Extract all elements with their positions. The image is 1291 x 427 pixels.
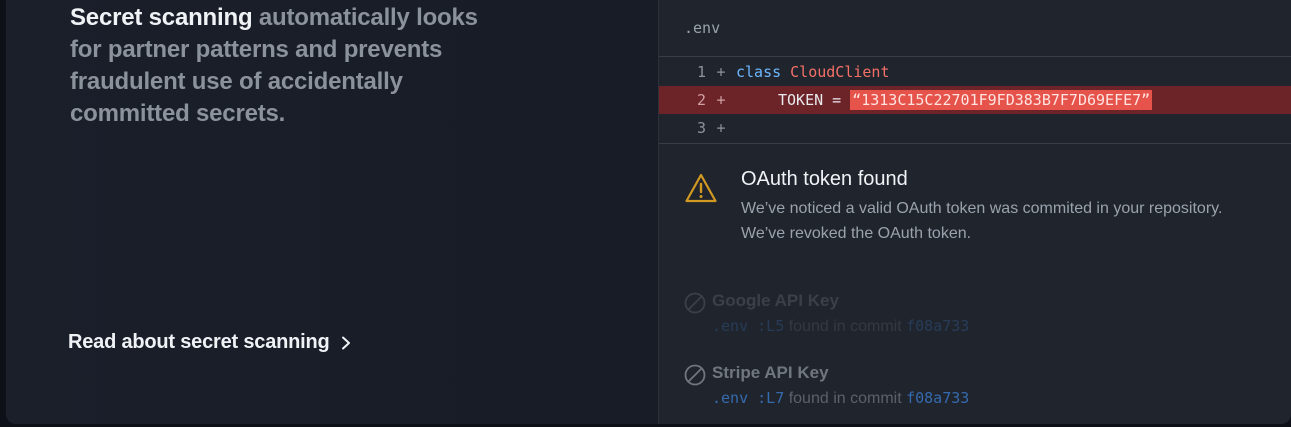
alert-message-line: We’ve revoked the OAuth token. bbox=[741, 225, 972, 242]
line-number: 1 bbox=[696, 63, 706, 81]
keyword: class bbox=[736, 63, 782, 81]
operator: = bbox=[832, 91, 842, 109]
commit-hash[interactable]: f08a733 bbox=[906, 389, 969, 407]
secret-name: Google API Key bbox=[712, 291, 839, 310]
code-line-3: 3 + bbox=[659, 114, 1291, 142]
secret-location[interactable]: .env :L7 bbox=[712, 389, 784, 407]
file-header: .env bbox=[659, 0, 1291, 57]
feature-name: Secret scanning bbox=[70, 4, 253, 31]
secret-meta: .env :L5 found in commit f08a733 bbox=[712, 317, 969, 336]
added-marker: + bbox=[716, 63, 726, 81]
secret-meta: .env :L7 found in commit f08a733 bbox=[712, 389, 969, 408]
code-panel: .env 1 + class CloudClient 2 + TOKEN = “… bbox=[658, 0, 1291, 424]
read-about-link[interactable]: Read about secret scanning bbox=[68, 331, 352, 354]
file-name: .env bbox=[684, 19, 721, 37]
line-number: 3 bbox=[696, 119, 706, 137]
read-about-link-label: Read about secret scanning bbox=[68, 331, 330, 353]
commit-hash[interactable]: f08a733 bbox=[906, 317, 969, 335]
feature-description: Secret scanning automatically looks for … bbox=[70, 2, 510, 130]
found-in-commit-text: found in commit bbox=[788, 318, 902, 335]
code-diff: 1 + class CloudClient 2 + TOKEN = “1313C… bbox=[659, 57, 1291, 144]
chevron-right-icon bbox=[341, 336, 350, 349]
warning-triangle-icon bbox=[685, 173, 717, 203]
code-line-2-flagged: 2 + TOKEN = “1313C15C22701F9FD383B7F7D69… bbox=[659, 86, 1291, 114]
alert-message: We’ve noticed a valid OAuth token was co… bbox=[741, 196, 1291, 246]
added-marker: + bbox=[716, 119, 726, 137]
secret-location[interactable]: .env :L5 bbox=[712, 317, 784, 335]
line-number: 2 bbox=[696, 91, 706, 109]
code-line-1: 1 + class CloudClient bbox=[659, 58, 1291, 86]
class-name: CloudClient bbox=[790, 63, 890, 81]
secret-name: Stripe API Key bbox=[712, 363, 829, 382]
slash-circle-icon bbox=[684, 292, 706, 314]
feature-card: Secret scanning automatically looks for … bbox=[6, 0, 1291, 424]
page-frame: Secret scanning automatically looks for … bbox=[0, 0, 1291, 427]
alert-title: OAuth token found bbox=[741, 168, 908, 190]
slash-circle-icon bbox=[684, 364, 706, 386]
secret-string: “1313C15C22701F9FD383B7F7D69EFE7” bbox=[850, 90, 1153, 110]
identifier: TOKEN bbox=[778, 91, 824, 109]
alert-message-line: We’ve noticed a valid OAuth token was co… bbox=[741, 200, 1223, 217]
found-in-commit-text: found in commit bbox=[788, 390, 902, 407]
added-marker: + bbox=[716, 91, 726, 109]
